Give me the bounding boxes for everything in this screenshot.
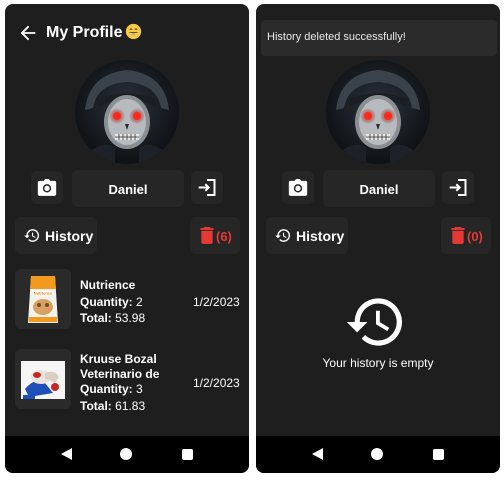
- username-field: Daniel: [323, 170, 435, 207]
- history-button[interactable]: History: [266, 217, 348, 254]
- arrow-left-icon[interactable]: [17, 22, 39, 44]
- product-image-nutrience[interactable]: Nutrience: [15, 269, 71, 329]
- logout-icon: [198, 179, 216, 196]
- profile-screen-history-cleared: History deleted successfully! Daniel His…: [256, 4, 500, 473]
- empty-history-message: Your history is empty: [322, 356, 434, 370]
- username-field: Daniel: [72, 170, 184, 207]
- item-total: Total: 53.98: [80, 311, 146, 325]
- app-bar: My Profile: [5, 4, 249, 58]
- history-empty-icon: [346, 298, 402, 346]
- snackbar: History deleted successfully!: [261, 20, 497, 56]
- item-name: Nutrience: [80, 278, 136, 292]
- profile-screen: My Profile Daniel History (6) Nutrience …: [5, 4, 249, 473]
- logout-button[interactable]: [442, 171, 474, 204]
- item-quantity: Quantity: 3: [80, 382, 143, 396]
- grinning-face-emoji: [126, 23, 142, 40]
- nav-back-icon[interactable]: [312, 448, 324, 460]
- page-title: My Profile: [46, 23, 142, 43]
- item-quantity: Quantity: 2: [80, 295, 143, 309]
- snackbar-message: History deleted successfully!: [267, 31, 406, 43]
- camera-button[interactable]: [31, 171, 63, 204]
- history-icon: [24, 229, 40, 242]
- camera-icon: [37, 179, 57, 196]
- item-date: 1/2/2023: [193, 376, 240, 390]
- nav-home-icon[interactable]: [371, 448, 383, 460]
- history-icon: [275, 229, 291, 242]
- camera-icon: [288, 179, 308, 196]
- product-label-text: Nutrience: [34, 291, 53, 296]
- history-count: (0): [467, 229, 483, 244]
- history-count: (6): [216, 229, 232, 244]
- username: Daniel: [108, 182, 148, 197]
- delete-history-button[interactable]: (0): [441, 217, 491, 254]
- delete-history-button[interactable]: (6): [190, 217, 240, 254]
- product-image-kruuse-bozal[interactable]: [15, 349, 71, 409]
- history-label: History: [45, 228, 94, 244]
- item-date: 1/2/2023: [193, 295, 240, 309]
- trash-icon: [451, 227, 465, 244]
- history-button[interactable]: History: [15, 217, 97, 254]
- trash-icon: [200, 227, 214, 244]
- username: Daniel: [359, 182, 399, 197]
- avatar[interactable]: [326, 60, 430, 164]
- system-nav-bar: [256, 436, 500, 473]
- item-name: Kruuse Bozal Veterinario de: [80, 352, 160, 381]
- system-nav-bar: [5, 436, 249, 473]
- nav-home-icon[interactable]: [120, 448, 132, 460]
- nav-recent-icon[interactable]: [182, 449, 193, 460]
- item-total: Total: 61.83: [80, 399, 146, 413]
- logout-button[interactable]: [191, 171, 223, 204]
- avatar[interactable]: [75, 60, 179, 164]
- history-label: History: [296, 228, 345, 244]
- logout-icon: [449, 179, 467, 196]
- nav-recent-icon[interactable]: [433, 449, 444, 460]
- camera-button[interactable]: [282, 171, 314, 204]
- nav-back-icon[interactable]: [61, 448, 73, 460]
